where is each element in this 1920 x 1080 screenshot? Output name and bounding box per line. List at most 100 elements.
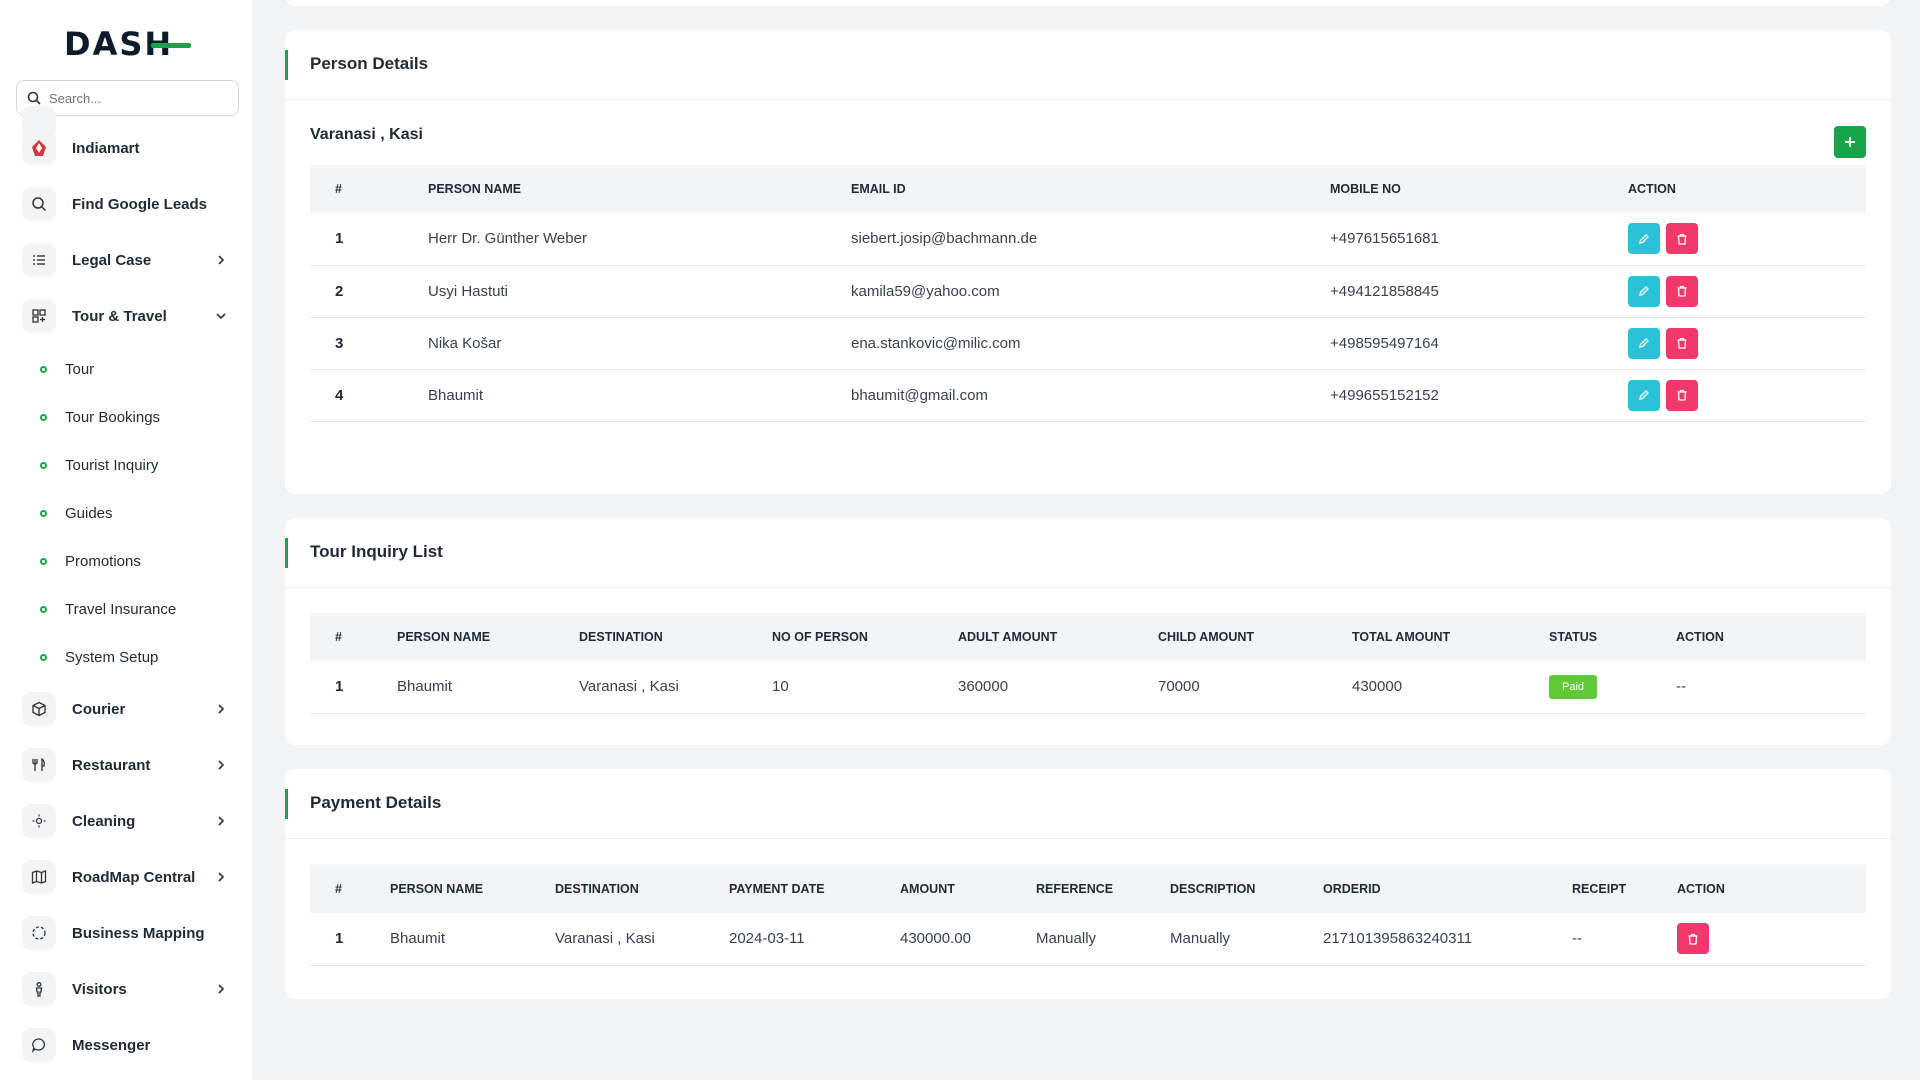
edit-button[interactable] [1628, 223, 1660, 255]
trash-icon [1677, 337, 1687, 349]
sidebar-item-roadmap-central[interactable]: RoadMap Central [0, 855, 252, 899]
destination: Varanasi , Kasi [579, 661, 772, 714]
search-icon [22, 187, 56, 221]
row-number: 2 [310, 265, 428, 318]
add-person-button[interactable] [1834, 126, 1866, 158]
sidebar-item-label: Visitors [72, 980, 127, 998]
trash-icon [1677, 389, 1687, 401]
location-label: Varanasi , Kasi [310, 126, 423, 143]
sidebar-item-business-mapping[interactable]: Business Mapping [0, 911, 252, 955]
pencil-icon [1639, 286, 1649, 296]
table-row: 4 Bhaumit bhaumit@gmail.com +49965515215… [310, 369, 1866, 422]
sidebar-item-legal-case[interactable]: Legal Case [0, 238, 252, 282]
edit-button[interactable] [1628, 327, 1660, 359]
sidebar-item-courier[interactable]: Courier [0, 687, 252, 731]
email-id: bhaumit@gmail.com [851, 369, 1330, 422]
card-header: Person Details [285, 30, 1891, 100]
column-header: # [335, 182, 342, 196]
sidebar-subitem-label: Promotions [65, 552, 141, 570]
delete-button[interactable] [1666, 223, 1698, 255]
bullet-icon [40, 461, 47, 469]
sidebar-item-cleaning[interactable]: Cleaning [0, 799, 252, 843]
sidebar-subitem-label: Tour [65, 360, 95, 378]
sidebar-item-messenger[interactable]: Messenger [0, 1023, 252, 1067]
box-icon [22, 692, 56, 726]
pencil-icon [1639, 233, 1649, 244]
action-cell [1628, 369, 1866, 422]
column-header: PERSON NAME [390, 882, 484, 896]
column-header: TOTAL AMOUNT [1352, 630, 1451, 644]
delete-button[interactable] [1666, 379, 1698, 411]
sidebar-item-label: Legal Case [72, 251, 152, 269]
pencil-icon [1639, 390, 1649, 400]
delete-button[interactable] [1677, 923, 1709, 955]
column-header: STATUS [1549, 630, 1598, 644]
sidebar-subitem-label: Tourist Inquiry [65, 456, 159, 474]
destination: Varanasi , Kasi [555, 913, 729, 966]
tour-inquiry-card: Tour Inquiry List # PERSON NAME DESTINAT… [285, 518, 1891, 745]
sidebar-subitem-travel-insurance[interactable]: Travel Insurance [0, 591, 252, 627]
person-details-table: # PERSON NAME EMAIL ID MOBILE NO ACTION … [310, 165, 1866, 422]
table-header-row: # PERSON NAME DESTINATION PAYMENT DATE A… [310, 865, 1866, 913]
sidebar-subitem-label: Guides [65, 504, 113, 522]
column-header: RECEIPT [1572, 882, 1627, 896]
table-header-row: # PERSON NAME DESTINATION NO OF PERSON A… [310, 613, 1866, 661]
payment-details-table: # PERSON NAME DESTINATION PAYMENT DATE A… [310, 865, 1866, 966]
column-header: ORDERID [1323, 882, 1381, 896]
action-cell [1628, 317, 1866, 370]
sidebar-item-label: Indiamart [72, 139, 140, 157]
sidebar-subitem-tour[interactable]: Tour [0, 351, 252, 387]
row-number: 1 [310, 213, 428, 266]
payment-date: 2024-03-11 [729, 913, 900, 966]
row-number: 3 [310, 317, 428, 370]
amount: 430000.00 [900, 913, 1036, 966]
bullet-icon [40, 605, 47, 613]
trash-icon [1677, 285, 1687, 297]
sidebar-subitem-guides[interactable]: Guides [0, 495, 252, 531]
bullet-icon [40, 509, 47, 517]
delete-button[interactable] [1666, 327, 1698, 359]
order-id: 217101395863240311 [1323, 913, 1572, 966]
person-name: Bhaumit [428, 369, 851, 422]
edit-button[interactable] [1628, 379, 1660, 411]
sidebar-item-indiamart[interactable]: Indiamart [0, 126, 252, 170]
person-name: Herr Dr. Günther Weber [428, 213, 851, 266]
column-header: ACTION [1677, 882, 1725, 896]
row-number: 4 [310, 369, 428, 422]
chat-icon [22, 1028, 56, 1062]
sidebar-subitem-tour-bookings[interactable]: Tour Bookings [0, 399, 252, 435]
email-id: ena.stankovic@milic.com [851, 317, 1330, 370]
sidebar-item-tour-travel[interactable]: Tour & Travel [0, 294, 252, 338]
action-cell [1628, 265, 1866, 318]
action-cell [1628, 213, 1866, 266]
column-header: PERSON NAME [428, 182, 522, 196]
mobile-no: +497615651681 [1330, 213, 1628, 266]
chevron-right-icon [218, 704, 225, 714]
trash-icon [1677, 233, 1687, 245]
payment-details-card: Payment Details # PERSON NAME DESTINATIO… [285, 769, 1891, 999]
list-icon [22, 243, 56, 277]
sidebar-subitem-tourist-inquiry[interactable]: Tourist Inquiry [0, 447, 252, 483]
edit-button[interactable] [1628, 275, 1660, 307]
sidebar-subitem-system-setup[interactable]: System Setup [0, 639, 252, 675]
column-header: PERSON NAME [397, 630, 491, 644]
sidebar-subitem-label: System Setup [65, 648, 159, 666]
delete-button[interactable] [1666, 275, 1698, 307]
row-number: 1 [310, 661, 397, 714]
column-header: EMAIL ID [851, 182, 906, 196]
email-id: kamila59@yahoo.com [851, 265, 1330, 318]
brand-logo[interactable]: DASH [64, 25, 192, 63]
map-icon [22, 860, 56, 894]
status-badge: Paid [1549, 674, 1598, 699]
table-row: 2 Usyi Hastuti kamila59@yahoo.com +49412… [310, 265, 1866, 318]
sidebar-item-find-google-leads[interactable]: Find Google Leads [0, 182, 252, 226]
mobile-no: +499655152152 [1330, 369, 1628, 422]
row-number: 1 [310, 913, 390, 966]
person-name: Usyi Hastuti [428, 265, 851, 318]
card-title: Tour Inquiry List [310, 542, 443, 561]
sidebar-item-label: RoadMap Central [72, 868, 196, 886]
tour-inquiry-table: # PERSON NAME DESTINATION NO OF PERSON A… [310, 613, 1866, 714]
sidebar-item-visitors[interactable]: Visitors [0, 967, 252, 1011]
sidebar-subitem-promotions[interactable]: Promotions [0, 543, 252, 579]
sidebar-item-restaurant[interactable]: Restaurant [0, 743, 252, 787]
